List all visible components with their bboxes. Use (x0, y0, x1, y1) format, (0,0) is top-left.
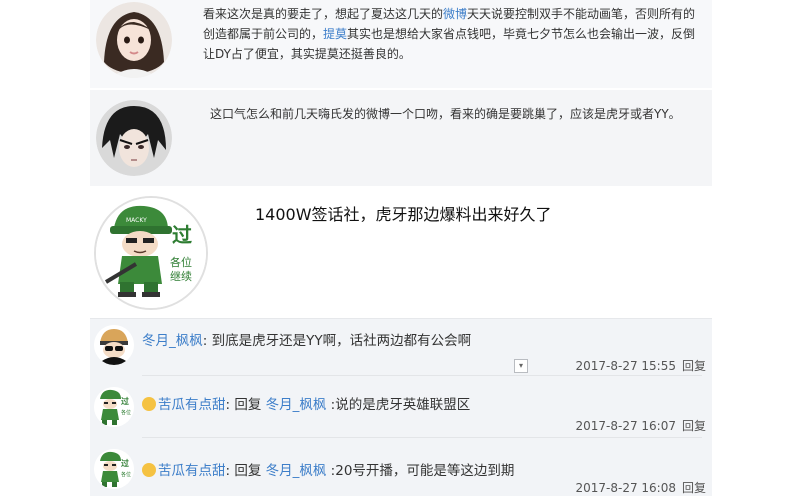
comment-page: 看来这次是真的要走了，想起了夏达这几天的微博天天说要控制双手不能动画笔，否则所有… (0, 0, 800, 496)
reply-item: 过 各位 苦瓜有点甜: 回复 冬月_枫枫 :20号开播，可能是等这边到期 201… (90, 437, 712, 496)
soldier-avatar-icon: 过 各位 (94, 387, 134, 427)
reply-button[interactable]: 回复 (682, 481, 706, 495)
comment-text: 这口气怎么和前几天嗨氏发的微博一个口吻，看来的确是要跳巢了，应该是虎牙或者YY。 (210, 107, 681, 121)
reply-avatar[interactable]: 过 各位 (94, 449, 134, 489)
girl-avatar-icon (96, 2, 172, 78)
reply-list: 冬月_枫枫: 到底是虎牙还是YY啊，话社两边都有公会啊 ▾ 2017-8-27 … (90, 318, 712, 496)
reply-prefix: : 回复 (225, 397, 266, 413)
svg-text:过: 过 (121, 396, 129, 406)
reply-text: :说的是虎牙英雄联盟区 (326, 397, 471, 413)
reply-timestamp: 2017-8-27 16:08 (575, 481, 676, 495)
svg-text:各位: 各位 (121, 471, 131, 478)
soldier-avatar-icon: MACKY 过 各位 继续 (96, 198, 206, 308)
user-avatar[interactable] (96, 2, 172, 78)
reply-text: :20号开播，可能是等这边到期 (326, 463, 515, 479)
reply-username[interactable]: 冬月_枫枫 (142, 333, 203, 349)
smile-emoji-icon (142, 463, 156, 477)
svg-text:过: 过 (121, 458, 129, 468)
reply-item: 冬月_枫枫: 到底是虎牙还是YY啊，话社两边都有公会啊 ▾ 2017-8-27 … (90, 319, 712, 373)
reply-meta: 2017-8-27 16:07 回复 (575, 417, 706, 434)
user-avatar[interactable]: MACKY 过 各位 继续 (94, 196, 208, 310)
reply-meta: 2017-8-27 16:08 回复 (575, 479, 706, 496)
svg-text:各位: 各位 (121, 409, 131, 416)
reply-timestamp: 2017-8-27 15:55 (575, 359, 676, 373)
badge-text: 过 (172, 223, 192, 247)
reply-timestamp: 2017-8-27 16:07 (575, 419, 676, 433)
reply-to-username[interactable]: 冬月_枫枫 (266, 397, 327, 413)
reply-content: 苦瓜有点甜: 回复 冬月_枫枫 :20号开播，可能是等这边到期 (142, 459, 514, 479)
reply-text: : 到底是虎牙还是YY啊，话社两边都有公会啊 (202, 333, 472, 349)
soldier-avatar-icon: 过 各位 (94, 449, 134, 489)
reply-username[interactable]: 苦瓜有点甜 (158, 463, 226, 479)
reply-to-username[interactable]: 冬月_枫枫 (266, 463, 327, 479)
reply-content: 冬月_枫枫: 到底是虎牙还是YY啊，话社两边都有公会啊 (142, 329, 471, 349)
comment-text: 1400W签话社，虎牙那边爆料出来好久了 (255, 205, 552, 224)
user-avatar[interactable] (96, 100, 172, 176)
comment-item: MACKY 过 各位 继续 1400W签话社，虎牙那边爆料出来好久了 (90, 188, 712, 316)
reply-meta: 2017-8-27 15:55 回复 (575, 357, 706, 374)
helmet-label: MACKY (126, 217, 147, 224)
divider (142, 375, 702, 376)
reply-avatar[interactable] (94, 325, 134, 365)
svg-text:继续: 继续 (170, 269, 192, 283)
reply-item: 过 各位 苦瓜有点甜: 回复 冬月_枫枫 :说的是虎牙英雄联盟区 2017-8-… (90, 377, 712, 435)
timo-link[interactable]: 提莫 (323, 27, 347, 41)
anime-boy-avatar-icon (96, 100, 172, 176)
comment-text: 看来这次是真的要走了，想起了夏达这几天的微博天天说要控制双手不能动画笔，否则所有… (203, 7, 696, 61)
weibo-link[interactable]: 微博 (443, 7, 467, 21)
avatar-caption: 各位 (170, 255, 192, 269)
smile-emoji-icon (142, 397, 156, 411)
comment-item: 这口气怎么和前几天嗨氏发的微博一个口吻，看来的确是要跳巢了，应该是虎牙或者YY。 (90, 90, 712, 186)
comment-item: 看来这次是真的要走了，想起了夏达这几天的微博天天说要控制双手不能动画笔，否则所有… (90, 0, 712, 88)
chevron-down-icon[interactable]: ▾ (514, 359, 528, 373)
reply-button[interactable]: 回复 (682, 359, 706, 373)
reply-username[interactable]: 苦瓜有点甜 (158, 397, 226, 413)
reply-prefix: : 回复 (225, 463, 266, 479)
reply-content: 苦瓜有点甜: 回复 冬月_枫枫 :说的是虎牙英雄联盟区 (142, 393, 470, 413)
reply-avatar[interactable]: 过 各位 (94, 387, 134, 427)
sunglasses-avatar-icon (94, 325, 134, 365)
reply-button[interactable]: 回复 (682, 419, 706, 433)
